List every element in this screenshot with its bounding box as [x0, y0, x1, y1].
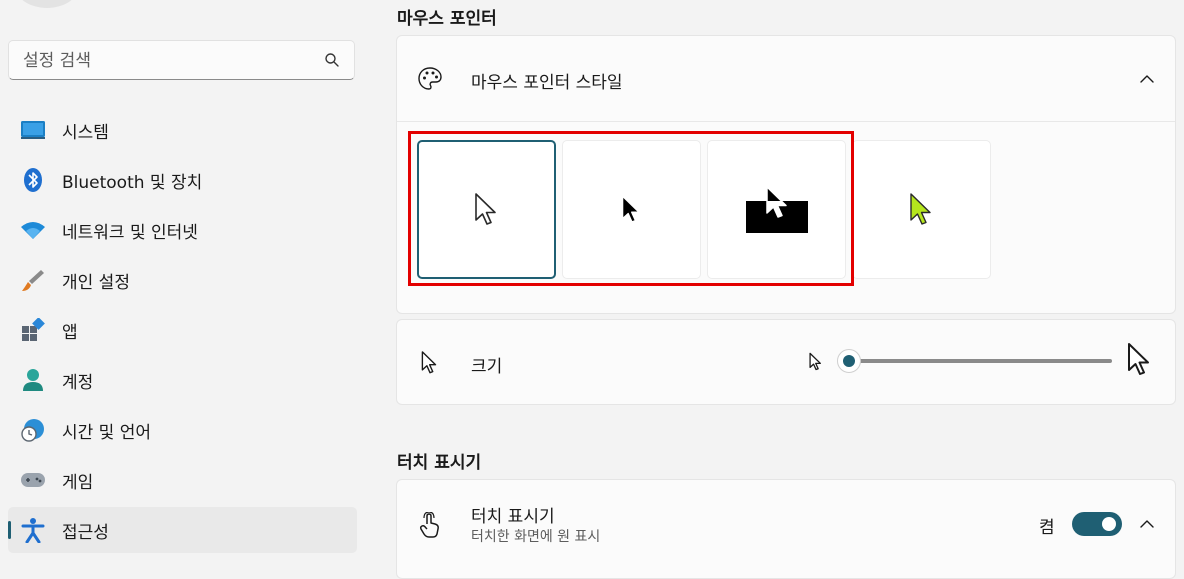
sidebar-item-accessibility[interactable]: 접근성 — [8, 507, 357, 553]
sidebar-item-label: 앱 — [62, 322, 78, 343]
toggle-state-text: 켬 — [1039, 518, 1055, 538]
sidebar-item-apps[interactable]: 앱 — [8, 307, 357, 353]
sidebar-nav: 시스템 Bluetooth 및 장치 네트워크 및 인터넷 개인 설정 앱 계정… — [8, 107, 357, 557]
globe-clock-icon — [20, 417, 46, 443]
touch-indicator-toggle[interactable] — [1072, 512, 1122, 536]
wifi-icon — [20, 217, 46, 243]
chevron-up-icon[interactable] — [1139, 71, 1155, 87]
pointer-style-header[interactable]: 마우스 포인터 스타일 — [397, 36, 1175, 122]
sidebar-item-personalization[interactable]: 개인 설정 — [8, 257, 357, 303]
size-label: 크기 — [471, 357, 503, 377]
settings-search[interactable] — [8, 40, 355, 81]
sidebar-item-network[interactable]: 네트워크 및 인터넷 — [8, 207, 357, 253]
touch-indicator-description: 터치한 화면에 원 표시 — [471, 529, 601, 545]
sidebar-item-gaming[interactable]: 게임 — [8, 457, 357, 503]
section-title-touch-indicator: 터치 표시기 — [397, 453, 482, 473]
pointer-size-slider-track[interactable] — [850, 359, 1112, 363]
system-monitor-icon — [20, 117, 46, 143]
sidebar-item-label: 접근성 — [62, 522, 109, 543]
pointer-style-white-option[interactable] — [417, 140, 556, 279]
palette-icon — [417, 66, 443, 92]
sidebar-item-label: 시간 및 언어 — [62, 422, 152, 443]
pointer-style-card: 마우스 포인터 스타일 — [396, 35, 1176, 314]
custom-color-pointer-icon — [909, 192, 931, 225]
pointer-icon — [417, 350, 443, 376]
sidebar-item-label: Bluetooth 및 장치 — [62, 172, 203, 193]
sidebar-item-label: 계정 — [62, 372, 94, 393]
apps-icon — [20, 317, 46, 343]
gamepad-icon — [20, 467, 46, 493]
touch-hand-icon — [417, 512, 443, 538]
sidebar-item-label: 네트워크 및 인터넷 — [62, 222, 198, 243]
person-icon — [20, 367, 46, 393]
pointer-size-slider-thumb[interactable] — [837, 349, 861, 373]
section-title-mouse-pointer: 마우스 포인터 — [397, 9, 497, 29]
search-icon[interactable] — [324, 52, 340, 68]
avatar[interactable] — [14, 0, 80, 8]
pointer-style-black-option[interactable] — [562, 140, 701, 279]
sidebar-item-label: 개인 설정 — [62, 272, 130, 293]
pointer-style-custom-option[interactable] — [852, 140, 991, 279]
paintbrush-icon — [20, 267, 46, 293]
chevron-up-icon[interactable] — [1139, 516, 1155, 532]
sidebar-item-system[interactable]: 시스템 — [8, 107, 357, 153]
bluetooth-icon — [20, 167, 46, 193]
sidebar-item-accounts[interactable]: 계정 — [8, 357, 357, 403]
large-pointer-icon — [1128, 343, 1149, 375]
pointer-style-inverted-option[interactable] — [707, 140, 846, 279]
pointer-style-label: 마우스 포인터 스타일 — [471, 73, 623, 93]
inverted-pointer-icon — [745, 185, 808, 233]
sidebar-item-label: 시스템 — [62, 122, 109, 143]
search-input[interactable] — [21, 41, 315, 81]
accessibility-icon — [20, 517, 46, 543]
touch-indicator-label: 터치 표시기 — [471, 507, 555, 527]
touch-indicator-card: 터치 표시기 터치한 화면에 원 표시 — [396, 479, 1176, 579]
white-pointer-icon — [474, 192, 496, 225]
small-pointer-icon — [809, 352, 821, 371]
sidebar-item-time-language[interactable]: 시간 및 언어 — [8, 407, 357, 453]
sidebar-item-bluetooth[interactable]: Bluetooth 및 장치 — [8, 157, 357, 203]
divider — [397, 121, 1175, 122]
black-pointer-icon — [621, 195, 639, 222]
sidebar-item-label: 게임 — [62, 472, 94, 493]
